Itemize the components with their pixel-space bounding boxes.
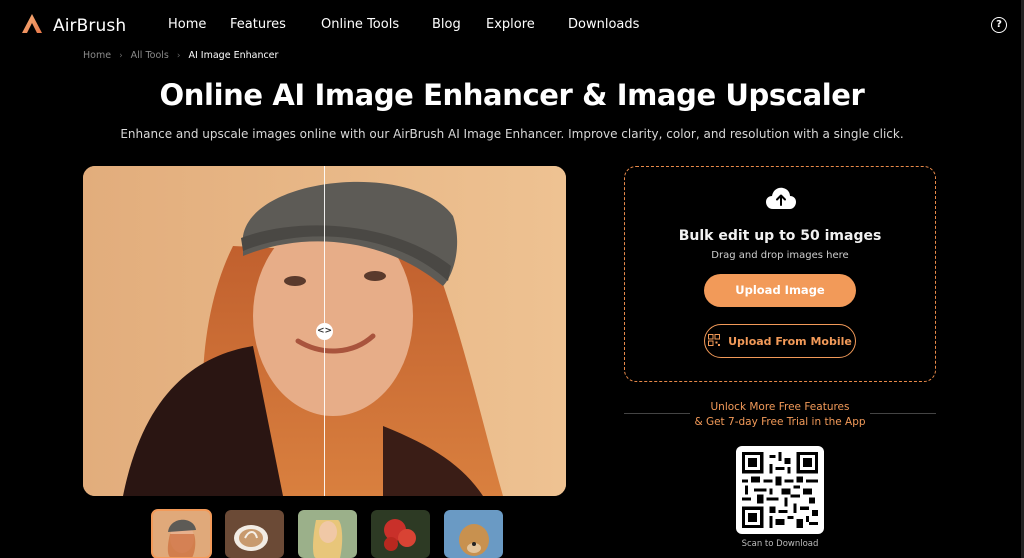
promo-line-2: & Get 7-day Free Trial in the App — [694, 415, 866, 428]
promo-line-1: Unlock More Free Features — [710, 401, 850, 413]
app-promo: Unlock More Free Features & Get 7-day Fr… — [690, 400, 870, 429]
sample-thumbnails — [151, 509, 503, 558]
nav-features[interactable]: Features — [230, 17, 286, 32]
upload-dropzone[interactable]: Bulk edit up to 50 images Drag and drop … — [624, 166, 936, 382]
help-icon[interactable]: ? — [991, 17, 1007, 33]
thumbnail-latte-art[interactable] — [225, 510, 284, 558]
chevron-right-icon: › — [176, 50, 181, 61]
thumbnail-dog[interactable] — [444, 510, 503, 558]
nav-home[interactable]: Home — [168, 17, 206, 32]
nav-online-tools[interactable]: Online Tools — [321, 17, 399, 32]
top-nav: AirBrush Home Features Online Tools Blog… — [0, 0, 1024, 50]
divider-line — [870, 413, 936, 414]
thumbnail-blonde-woman[interactable] — [298, 510, 357, 558]
qr-code-icon — [708, 333, 721, 349]
drag-drop-hint: Drag and drop images here — [711, 250, 849, 261]
chevron-right-icon: › — [119, 50, 123, 61]
nav-blog[interactable]: Blog — [432, 17, 461, 32]
before-after-compare[interactable]: <> — [83, 166, 566, 496]
breadcrumb: Home › All Tools › AI Image Enhancer — [83, 50, 278, 61]
bulk-edit-heading: Bulk edit up to 50 images — [678, 228, 882, 244]
breadcrumb-all-tools[interactable]: All Tools — [131, 50, 169, 61]
page-title: Online AI Image Enhancer & Image Upscale… — [159, 78, 865, 112]
divider-line — [624, 413, 690, 414]
brand-name: AirBrush — [53, 16, 127, 36]
brand-logo[interactable]: AirBrush — [20, 12, 126, 40]
qr-caption: Scan to Download — [741, 539, 819, 549]
cloud-upload-icon — [765, 185, 797, 215]
upload-image-button[interactable]: Upload Image — [704, 274, 856, 307]
download-qr-code — [736, 446, 824, 534]
upload-from-mobile-label: Upload From Mobile — [728, 334, 852, 348]
compare-handle-icon[interactable]: <> — [316, 323, 333, 340]
nav-explore[interactable]: Explore — [486, 17, 535, 32]
page-subtitle: Enhance and upscale images online with o… — [120, 127, 904, 141]
breadcrumb-current: AI Image Enhancer — [188, 50, 279, 61]
thumbnail-woman-beanie[interactable] — [151, 509, 212, 558]
breadcrumb-home[interactable]: Home — [83, 50, 111, 61]
nav-downloads[interactable]: Downloads — [568, 17, 639, 32]
upload-from-mobile-button[interactable]: Upload From Mobile — [704, 324, 856, 358]
thumbnail-red-flowers[interactable] — [371, 510, 430, 558]
airbrush-logo-icon — [20, 12, 44, 40]
